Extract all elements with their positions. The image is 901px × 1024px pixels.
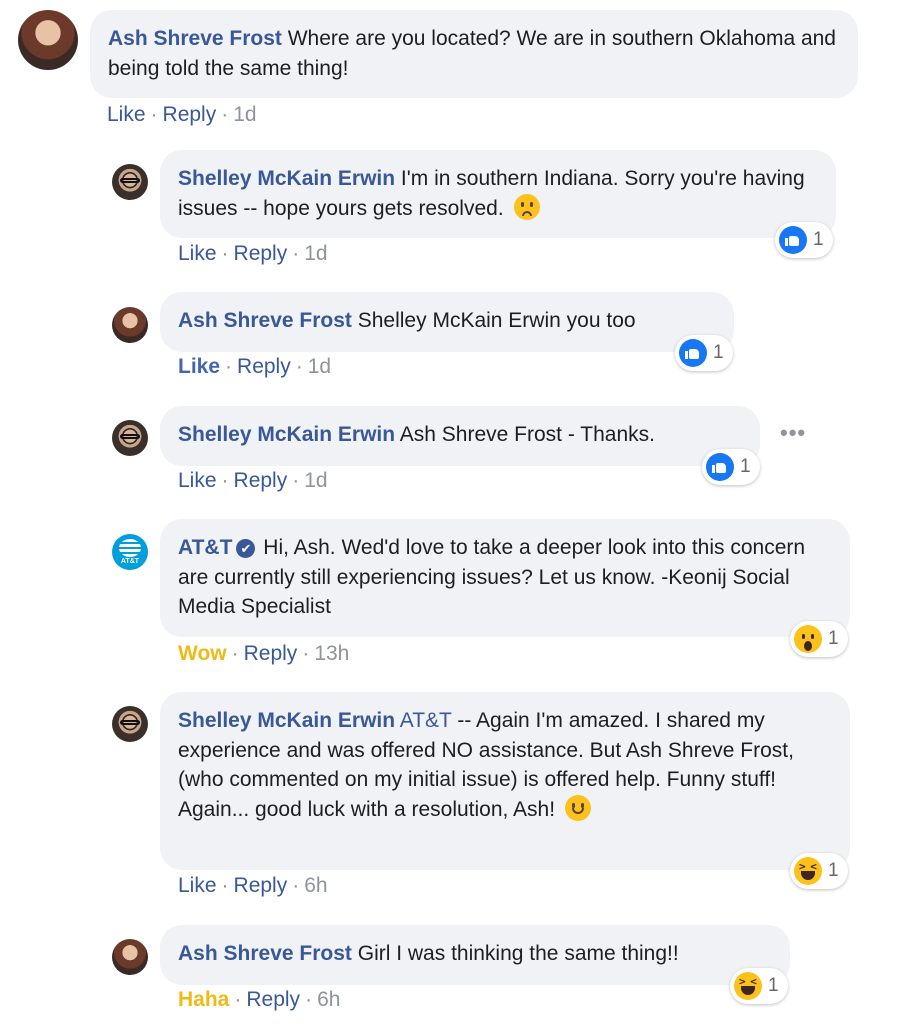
- separator: ·: [292, 874, 300, 897]
- reaction-summary[interactable]: 1: [790, 853, 848, 889]
- glasses-icon: [120, 720, 140, 725]
- comment-author[interactable]: Shelley McKain Erwin: [178, 167, 395, 190]
- reply-button[interactable]: Reply: [234, 469, 288, 492]
- reply-button[interactable]: Reply: [234, 242, 288, 265]
- separator: ·: [295, 355, 303, 378]
- reaction-summary[interactable]: 1: [702, 449, 760, 485]
- comment-bubble: Ash Shreve Frost Girl I was thinking the…: [160, 925, 790, 985]
- verified-badge-icon: ✔: [236, 539, 256, 558]
- separator: ·: [292, 469, 300, 492]
- glasses-icon: [120, 178, 140, 183]
- mention-link[interactable]: AT&T: [400, 709, 452, 732]
- avatar[interactable]: [112, 164, 148, 200]
- timestamp[interactable]: 6h: [317, 988, 340, 1011]
- separator: ·: [221, 242, 229, 265]
- comment-text: Ash Shreve Frost - Thanks.: [399, 423, 655, 446]
- frowning-face-emoji-icon: [513, 193, 540, 220]
- separator: ·: [305, 988, 313, 1011]
- reaction-summary[interactable]: 1: [730, 968, 788, 1004]
- reaction-summary[interactable]: 1: [790, 621, 848, 657]
- like-button[interactable]: Like: [107, 103, 146, 126]
- reaction-count: 1: [828, 628, 839, 649]
- smiling-face-emoji-icon: [564, 794, 591, 821]
- comment-actions: Wow · Reply · 13h: [178, 642, 349, 666]
- reaction-count: 1: [828, 860, 839, 881]
- avatar-label: AT&T: [120, 558, 140, 565]
- separator: ·: [234, 988, 242, 1011]
- like-icon: [779, 226, 807, 254]
- like-button[interactable]: Like: [178, 874, 217, 897]
- haha-icon: [794, 857, 822, 885]
- comment-actions: Like · Reply · 1d: [178, 355, 331, 379]
- comment-author[interactable]: Shelley McKain Erwin: [178, 709, 395, 732]
- reaction-count: 1: [768, 975, 779, 996]
- comment-text: you too: [566, 309, 636, 332]
- comment-bubble: AT&T ✔ Hi, Ash. Wed'd love to take a deep…: [160, 519, 850, 637]
- comment-bubble: Shelley McKain Erwin AT&T -- Again I'm a…: [160, 692, 850, 870]
- comment-author[interactable]: Ash Shreve Frost: [108, 27, 282, 50]
- comment-bubble: Ash Shreve Frost Shelley McKain Erwin yo…: [160, 292, 734, 352]
- avatar[interactable]: [18, 10, 78, 70]
- reply-button[interactable]: Reply: [246, 988, 300, 1011]
- separator: ·: [221, 874, 229, 897]
- timestamp[interactable]: 1d: [304, 242, 327, 265]
- comment-actions: Like · Reply · 1d: [178, 242, 328, 266]
- separator: ·: [150, 103, 158, 126]
- glasses-icon: [120, 434, 140, 439]
- more-options-icon[interactable]: •••: [780, 420, 806, 446]
- comment-bubble: Ash Shreve Frost Where are you located? …: [90, 10, 858, 98]
- avatar[interactable]: [112, 939, 148, 975]
- timestamp[interactable]: 1d: [308, 355, 331, 378]
- like-icon: [706, 453, 734, 481]
- haha-icon: [734, 972, 762, 1000]
- comment-actions: Like · Reply · 6h: [178, 874, 328, 898]
- comment-author[interactable]: Ash Shreve Frost: [178, 942, 352, 965]
- comment-actions: Like · Reply · 1d: [107, 103, 257, 127]
- reaction-count: 1: [740, 456, 751, 477]
- comment-author[interactable]: Shelley McKain Erwin: [178, 423, 395, 446]
- avatar[interactable]: [112, 420, 148, 456]
- timestamp[interactable]: 1d: [233, 103, 256, 126]
- comment-actions: Haha · Reply · 6h: [178, 988, 340, 1012]
- reply-button[interactable]: Reply: [237, 355, 291, 378]
- timestamp[interactable]: 1d: [304, 469, 327, 492]
- haha-reaction-button[interactable]: Haha: [178, 988, 229, 1011]
- reply-button[interactable]: Reply: [234, 874, 288, 897]
- like-icon: [679, 339, 707, 367]
- reaction-summary[interactable]: 1: [675, 335, 733, 371]
- timestamp[interactable]: 6h: [304, 874, 327, 897]
- comment-text: Hi, Ash. Wed'd love to take a deeper loo…: [178, 536, 806, 618]
- comment-bubble: Shelley McKain Erwin I'm in southern Ind…: [160, 150, 836, 238]
- wow-reaction-button[interactable]: Wow: [178, 642, 227, 665]
- timestamp[interactable]: 13h: [314, 642, 349, 665]
- reaction-summary[interactable]: 1: [775, 222, 833, 258]
- reaction-count: 1: [813, 229, 824, 250]
- comment-actions: Like · Reply · 1d: [178, 469, 328, 493]
- comment-text: Girl I was thinking the same thing!!: [357, 942, 679, 965]
- mention-link[interactable]: Shelley McKain Erwin: [358, 309, 561, 332]
- comment-bubble: Shelley McKain Erwin Ash Shreve Frost - …: [160, 406, 760, 466]
- like-button[interactable]: Like: [178, 242, 217, 265]
- separator: ·: [302, 642, 310, 665]
- reply-button[interactable]: Reply: [163, 103, 217, 126]
- comment-author[interactable]: Ash Shreve Frost: [178, 309, 352, 332]
- att-globe-icon: [119, 539, 141, 557]
- wow-icon: [794, 625, 822, 653]
- comment-author[interactable]: AT&T: [178, 536, 232, 559]
- avatar[interactable]: [112, 307, 148, 343]
- separator: ·: [292, 242, 300, 265]
- separator: ·: [231, 642, 239, 665]
- avatar[interactable]: [112, 706, 148, 742]
- separator: ·: [221, 103, 229, 126]
- att-logo-avatar[interactable]: AT&T: [112, 534, 148, 570]
- like-button[interactable]: Like: [178, 355, 220, 378]
- separator: ·: [225, 355, 233, 378]
- reply-button[interactable]: Reply: [244, 642, 298, 665]
- like-button[interactable]: Like: [178, 469, 217, 492]
- separator: ·: [221, 469, 229, 492]
- reaction-count: 1: [713, 342, 724, 363]
